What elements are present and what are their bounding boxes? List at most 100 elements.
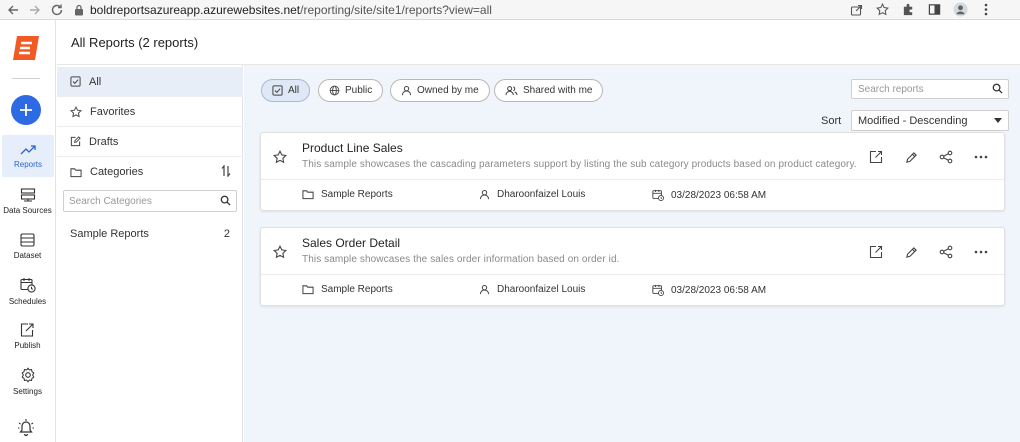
search-icon[interactable] [992,83,1003,94]
chip-owned-by-me[interactable]: Owned by me [390,79,490,102]
chip-public[interactable]: Public [318,79,384,102]
rail-item-publish[interactable]: Publish [0,315,55,357]
rail-item-settings[interactable]: Settings [0,360,55,402]
lock-icon [74,4,84,16]
globe-icon [329,85,340,96]
owner-text: Dharoonfaizel Louis [497,284,586,295]
star-icon [70,105,82,117]
filter-item-all[interactable]: All [57,67,243,97]
user-icon [479,189,490,200]
more-options-icon[interactable] [972,148,990,166]
chip-label: All [288,85,300,96]
report-card[interactable]: Product Line Sales This sample showcases… [260,132,1005,211]
rail-item-dataset[interactable]: Dataset [0,225,55,267]
share-icon[interactable] [937,243,955,261]
category-text: Sample Reports [321,189,393,200]
modified-text: 03/28/2023 06:58 AM [671,284,767,296]
more-options-icon[interactable] [972,243,990,261]
chip-all[interactable]: All [261,79,311,102]
notification-bell-icon[interactable] [16,418,36,438]
filter-label: Favorites [90,105,136,118]
forward-arrow-icon[interactable] [24,0,46,20]
users-icon [505,86,518,96]
rail-divider [12,78,40,79]
report-owner: Dharoonfaizel Louis [479,284,585,295]
folder-icon [70,167,82,177]
user-icon [479,284,490,295]
edit-pencil-icon[interactable] [902,243,920,261]
url-host: boldreportsazureapp.azurewebsites.net [90,2,301,17]
share-icon[interactable] [937,148,955,166]
calendar-clock-icon [652,284,664,296]
chevron-down-icon [994,118,1002,123]
sort-value: Modified - Descending [858,114,968,127]
modified-text: 03/28/2023 06:58 AM [671,189,767,201]
chip-shared-with-me[interactable]: Shared with me [494,79,604,102]
side-panel-icon[interactable] [924,0,944,20]
filter-label: Drafts [89,135,119,148]
left-nav-rail: Reports Data Sources Dataset Schedules P… [0,20,56,442]
extensions-icon[interactable] [898,0,918,20]
rail-item-label: Settings [13,386,42,396]
rail-item-label: Schedules [8,296,47,306]
bold-reports-logo[interactable] [9,34,45,62]
share-page-icon[interactable] [846,0,866,20]
report-description: This sample showcases the sales order in… [302,254,620,265]
publish-icon [20,322,34,337]
category-item[interactable]: Sample Reports 2 [70,228,230,240]
filter-label: All [89,75,102,88]
open-report-icon[interactable] [867,148,885,166]
reports-main-area: All Public Owned by me Shared with me So… [244,65,1020,442]
rail-item-label: Data Sources [3,205,52,215]
favorite-star-icon[interactable] [273,245,287,259]
chip-label: Public [345,85,373,96]
folder-icon [302,190,314,200]
report-card[interactable]: Sales Order Detail This sample showcases… [260,227,1005,306]
rail-item-data-sources[interactable]: Data Sources [0,180,55,222]
report-category: Sample Reports [302,284,393,295]
report-description: This sample showcases the cascading para… [302,159,857,170]
report-search-input[interactable] [852,80,988,98]
sort-toggle-icon[interactable] [221,165,231,177]
category-text: Sample Reports [321,284,393,295]
calendar-clock-icon [19,277,36,293]
filter-panel: All Favorites Drafts Categories Sample R… [57,65,243,442]
rail-item-reports[interactable]: Reports [2,135,54,177]
report-title[interactable]: Sales Order Detail [302,236,400,250]
rail-item-schedules[interactable]: Schedules [0,270,55,312]
gear-icon [21,366,34,383]
folder-icon [302,285,314,295]
category-search-input[interactable] [64,191,214,211]
bookmark-star-icon[interactable] [872,0,892,20]
search-icon[interactable] [220,195,231,206]
filter-item-categories[interactable]: Categories [57,157,243,187]
report-search-box [851,79,1009,99]
browser-menu-icon[interactable] [976,0,996,20]
filter-item-favorites[interactable]: Favorites [57,97,243,127]
edit-pencil-icon[interactable] [902,148,920,166]
address-bar[interactable]: boldreportsazureapp.azurewebsites.net/re… [74,0,846,20]
category-count: 2 [223,228,230,240]
dataset-icon [20,232,35,247]
favorite-star-icon[interactable] [273,150,287,164]
chip-label: Shared with me [523,85,593,96]
category-search-box [63,190,237,212]
report-modified: 03/28/2023 06:58 AM [652,284,766,296]
back-arrow-icon[interactable] [2,0,24,20]
category-name: Sample Reports [70,228,149,240]
checkbox-icon [70,76,81,87]
add-new-button[interactable] [11,95,41,125]
report-category: Sample Reports [302,189,393,200]
calendar-clock-icon [652,189,664,201]
chip-label: Owned by me [417,85,479,96]
card-divider [261,179,1004,180]
profile-avatar-icon[interactable] [950,0,970,20]
open-report-icon[interactable] [867,243,885,261]
checkbox-icon [272,85,283,96]
report-title[interactable]: Product Line Sales [302,141,403,155]
filter-item-drafts[interactable]: Drafts [57,127,243,157]
filter-label: Categories [90,166,144,178]
report-owner: Dharoonfaizel Louis [479,189,585,200]
sort-dropdown[interactable]: Modified - Descending [851,110,1009,131]
reload-icon[interactable] [46,0,68,20]
